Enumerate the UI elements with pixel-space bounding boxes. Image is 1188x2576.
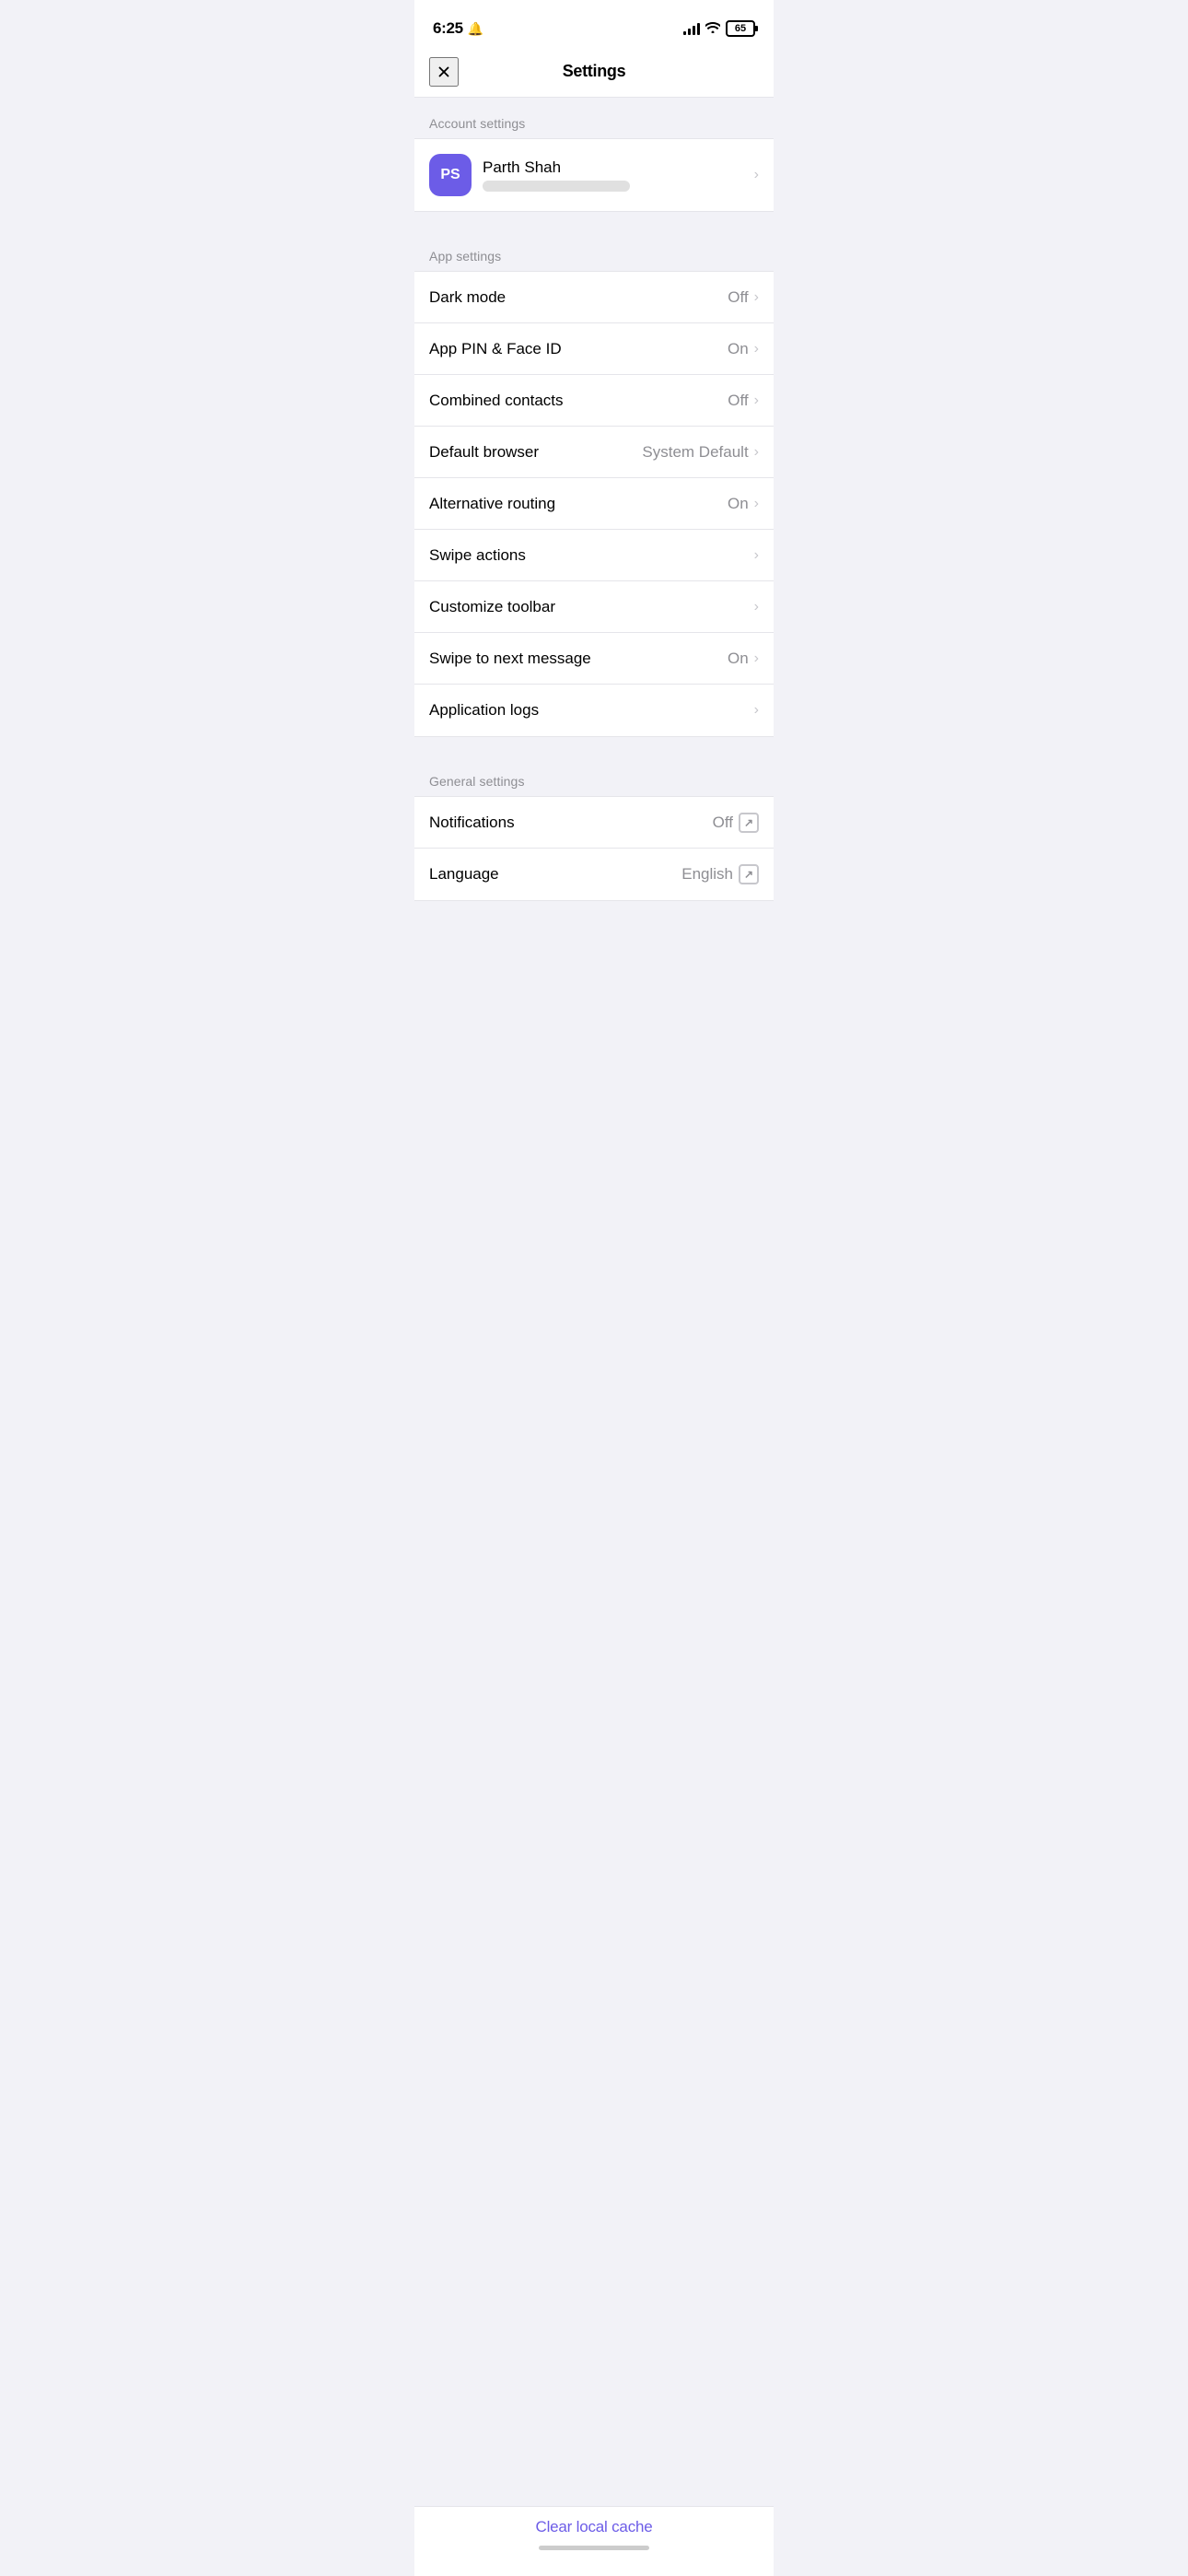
home-indicator (539, 2546, 649, 2550)
chevron-icon: › (754, 702, 759, 719)
app-pin-label: App PIN & Face ID (429, 340, 562, 358)
account-settings-group: PS Parth Shah › (414, 138, 774, 212)
account-settings-header: Account settings (414, 98, 774, 138)
language-value: English (681, 865, 733, 884)
default-browser-row[interactable]: Default browser System Default › (414, 427, 774, 478)
combined-contacts-value: Off (728, 392, 748, 410)
status-bar: 6:25 🔔 65 (414, 0, 774, 46)
alternative-routing-row[interactable]: Alternative routing On › (414, 478, 774, 530)
swipe-next-label: Swipe to next message (429, 650, 591, 668)
language-row[interactable]: Language English (414, 849, 774, 900)
close-button[interactable] (429, 57, 459, 87)
external-link-icon (739, 813, 759, 833)
chevron-icon: › (754, 496, 759, 512)
wifi-icon (705, 21, 720, 36)
signal-icon (683, 22, 700, 35)
clear-cache-button[interactable]: Clear local cache (536, 2518, 653, 2536)
notifications-row[interactable]: Notifications Off (414, 797, 774, 849)
chevron-icon: › (754, 444, 759, 461)
combined-contacts-row[interactable]: Combined contacts Off › (414, 375, 774, 427)
section-spacer-2 (414, 737, 774, 755)
chevron-icon: › (754, 341, 759, 357)
general-settings-group: Notifications Off Language English (414, 796, 774, 901)
section-spacer-1 (414, 212, 774, 230)
app-settings-header: App settings (414, 230, 774, 271)
chevron-icon: › (754, 392, 759, 409)
bottom-bar: Clear local cache (414, 2506, 774, 2576)
app-pin-row[interactable]: App PIN & Face ID On › (414, 323, 774, 375)
dark-mode-row[interactable]: Dark mode Off › (414, 272, 774, 323)
notifications-label: Notifications (429, 814, 515, 832)
general-settings-header: General settings (414, 755, 774, 796)
dark-mode-value: Off (728, 288, 748, 307)
swipe-actions-row[interactable]: Swipe actions › (414, 530, 774, 581)
dark-mode-label: Dark mode (429, 288, 506, 307)
account-name: Parth Shah (483, 158, 630, 177)
account-row[interactable]: PS Parth Shah › (414, 139, 774, 211)
app-settings-group: Dark mode Off › App PIN & Face ID On › C… (414, 271, 774, 737)
account-email-blur (483, 181, 630, 192)
status-time: 6:25 (433, 19, 463, 38)
swipe-actions-label: Swipe actions (429, 546, 526, 565)
swipe-next-row[interactable]: Swipe to next message On › (414, 633, 774, 685)
alternative-routing-label: Alternative routing (429, 495, 555, 513)
bell-icon: 🔔 (468, 21, 483, 37)
alternative-routing-value: On (728, 495, 749, 513)
swipe-next-value: On (728, 650, 749, 668)
combined-contacts-label: Combined contacts (429, 392, 564, 410)
chevron-icon: › (754, 650, 759, 667)
app-logs-row[interactable]: Application logs › (414, 685, 774, 736)
customize-toolbar-label: Customize toolbar (429, 598, 555, 616)
settings-content: Account settings PS Parth Shah › App set… (414, 98, 774, 975)
notifications-value: Off (713, 814, 733, 832)
page-title: Settings (563, 62, 626, 81)
external-link-icon (739, 864, 759, 884)
status-icons: 65 (683, 20, 755, 37)
navigation-bar: Settings (414, 46, 774, 98)
default-browser-value: System Default (642, 443, 748, 462)
battery-icon: 65 (726, 20, 755, 37)
default-browser-label: Default browser (429, 443, 539, 462)
chevron-icon: › (754, 289, 759, 306)
language-label: Language (429, 865, 499, 884)
chevron-icon: › (754, 599, 759, 615)
chevron-icon: › (754, 547, 759, 564)
app-pin-value: On (728, 340, 749, 358)
app-logs-label: Application logs (429, 701, 539, 720)
chevron-icon: › (754, 167, 759, 183)
customize-toolbar-row[interactable]: Customize toolbar › (414, 581, 774, 633)
avatar: PS (429, 154, 472, 196)
